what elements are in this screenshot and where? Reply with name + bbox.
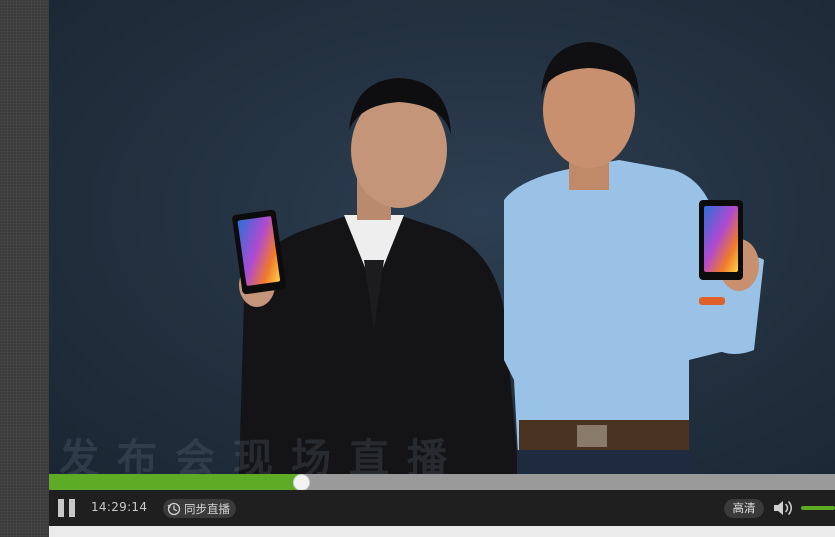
control-bar: 14:29:14 同步直播 高清 (49, 490, 835, 526)
seek-bar-played (49, 474, 301, 490)
pause-button[interactable] (58, 499, 76, 517)
page-background-strip (0, 0, 49, 537)
video-frame[interactable]: 发布会现场直播 (49, 0, 835, 474)
clock-icon (167, 502, 181, 515)
current-time: 14:29:14 (91, 500, 148, 514)
presenter-left (232, 78, 519, 474)
seek-bar-thumb[interactable] (292, 474, 310, 491)
speaker-icon[interactable] (772, 499, 796, 517)
video-player: 发布会现场直播 14:29:14 同步直播 高清 (49, 0, 835, 537)
stage-backdrop-text: 发布会现场直播 (59, 436, 465, 474)
pause-icon (58, 499, 64, 517)
sync-live-label: 同步直播 (184, 501, 230, 516)
sync-live-button[interactable]: 同步直播 (163, 499, 236, 518)
quality-button[interactable]: 高清 (724, 499, 764, 518)
volume-slider[interactable] (801, 506, 835, 510)
video-scene: 发布会现场直播 (59, 42, 764, 474)
seek-bar[interactable] (49, 474, 835, 491)
page-below-player (49, 526, 835, 537)
presenter-right (504, 42, 764, 474)
